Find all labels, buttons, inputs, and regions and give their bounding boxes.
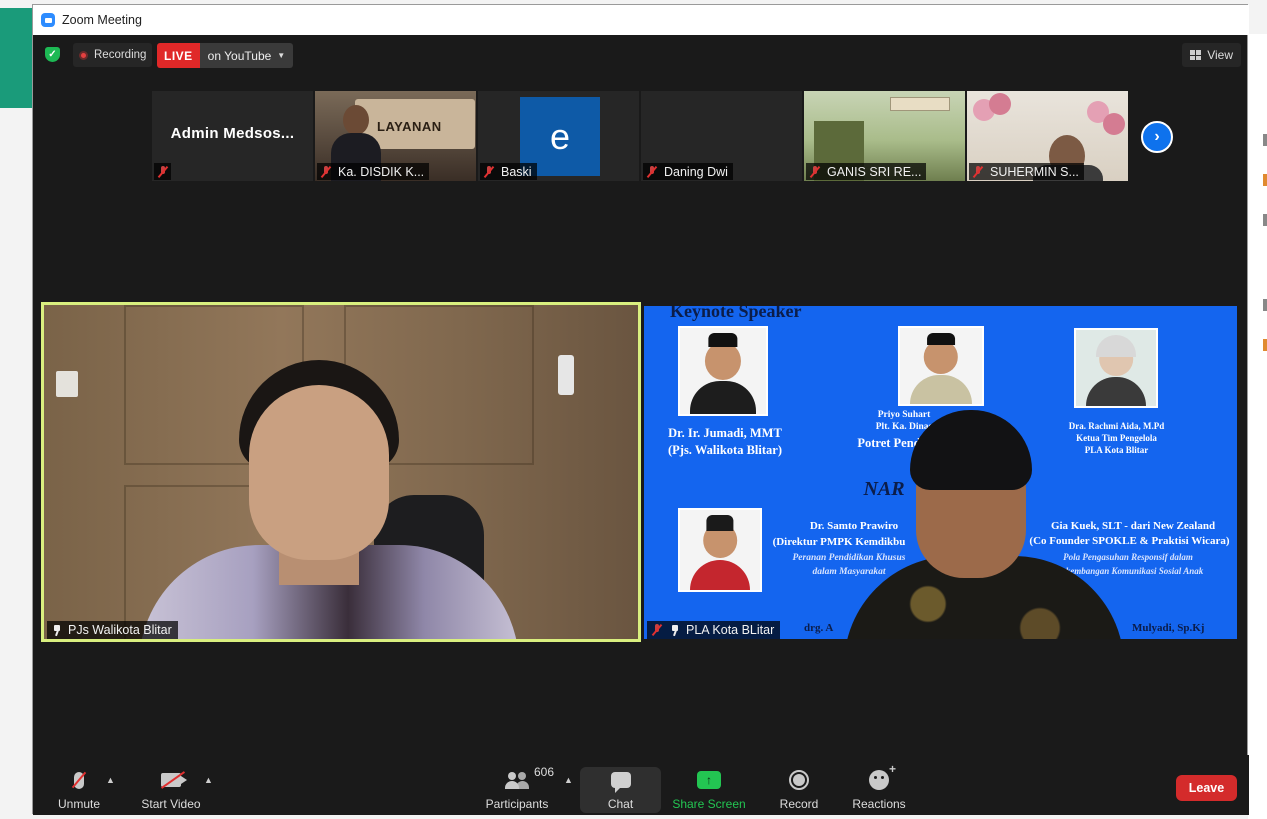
chat-label: Chat [607, 797, 634, 811]
mic-muted-icon [646, 165, 658, 178]
participant-name-label: Ka. DISDIK K... [317, 163, 430, 180]
participant-name: PJs Walikota Blitar [68, 623, 172, 637]
participants-count: 606 [534, 765, 555, 779]
recording-indicator[interactable]: Recording [73, 43, 153, 67]
participants-options-caret-icon[interactable]: ▲ [564, 775, 573, 785]
participant-name: Daning Dwi [664, 164, 728, 179]
speaker-portrait [898, 326, 984, 406]
gallery-view-icon [1190, 50, 1202, 60]
participant-name-label: GANIS SRI RE... [806, 163, 927, 180]
speaker-name: Dr. Ir. Jumadi, MMT [668, 426, 782, 440]
chat-icon [610, 772, 631, 793]
record-dot-icon [79, 50, 88, 60]
participant-name: Ka. DISDIK K... [338, 164, 425, 179]
background-window-edge [0, 8, 32, 108]
view-button[interactable]: View [1182, 43, 1241, 67]
speaker-portrait [678, 508, 762, 592]
video-banner-text: LAYANAN [377, 119, 442, 134]
share-screen-button[interactable]: ↑ Share Screen [672, 767, 746, 815]
pin-icon [51, 624, 62, 636]
participant-name: PLA Kota BLitar [686, 623, 775, 637]
participant-name: SUHERMIN S... [990, 164, 1079, 179]
zoom-meeting-window: Zoom Meeting ✓ Recording LIVE on YouTube… [32, 4, 1249, 815]
record-button[interactable]: Record [777, 767, 821, 815]
live-stream-indicator[interactable]: LIVE on YouTube ▼ [157, 43, 294, 68]
meeting-top-bar: ✓ Recording LIVE on YouTube ▼ View [33, 35, 1249, 75]
video-off-icon [161, 773, 187, 787]
mic-muted-icon [651, 624, 663, 636]
mic-muted-icon [809, 165, 821, 178]
start-video-label: Start Video [141, 797, 201, 811]
recording-label: Recording [94, 49, 147, 61]
participant-face [249, 385, 389, 560]
unmute-label: Unmute [57, 797, 101, 811]
participant-name-label: Baski [480, 163, 537, 180]
participants-icon [505, 771, 529, 789]
share-screen-label: Share Screen [672, 797, 746, 811]
title-bar: Zoom Meeting [33, 5, 1249, 35]
participant-name-label: SUHERMIN S... [969, 163, 1084, 180]
participant-hair [910, 410, 1032, 490]
participant-thumbnail[interactable]: GANIS SRI RE... [804, 91, 965, 181]
mic-muted-icon [320, 165, 332, 178]
participants-label: Participants [485, 797, 549, 811]
unmute-button[interactable]: Unmute [55, 767, 103, 815]
participant-video-overlay [844, 406, 1130, 639]
live-destination-label: on YouTube [207, 48, 272, 63]
participant-name-label: PJs Walikota Blitar [47, 621, 178, 639]
participant-name-label: PLA Kota BLitar [647, 621, 781, 639]
wall-switch [56, 371, 78, 397]
window-title: Zoom Meeting [62, 13, 142, 27]
audio-options-caret-icon[interactable]: ▲ [106, 775, 115, 785]
participant-thumbnail[interactable]: LAYANAN Ka. DISDIK K... [315, 91, 476, 181]
record-label: Record [779, 797, 819, 811]
participant-name: GANIS SRI RE... [827, 164, 922, 179]
participant-thumbnail[interactable]: Daning Dwi [641, 91, 802, 181]
next-page-button[interactable]: › [1141, 121, 1173, 153]
view-label: View [1207, 48, 1233, 62]
pin-icon [669, 624, 680, 636]
wall-frame [890, 97, 950, 111]
participant-name-label: Daning Dwi [643, 163, 733, 180]
participant-thumbnail[interactable]: Admin Medsos... [152, 91, 313, 181]
mic-muted-icon [74, 771, 84, 789]
speaker-portrait [678, 326, 768, 416]
reactions-button[interactable]: Reactions [851, 762, 907, 815]
participant-display-name: Admin Medsos... [170, 125, 295, 142]
mic-muted-icon [972, 165, 984, 178]
live-badge: LIVE [157, 43, 200, 68]
background-window-edge-right [1248, 34, 1267, 819]
participant-thumbnail[interactable]: SUHERMIN S... [967, 91, 1128, 181]
slide-header: Keynote Speaker [670, 306, 802, 321]
live-destination-dropdown[interactable]: on YouTube ▼ [199, 43, 294, 68]
reactions-icon [869, 762, 896, 790]
ac-remote [558, 355, 574, 395]
active-speaker-tile[interactable]: PJs Walikota Blitar [41, 302, 641, 642]
muted-indicator [154, 163, 171, 180]
record-icon [789, 770, 809, 790]
pinned-video-tile[interactable]: Keynote Speaker Dr. Ir. Jumadi, MMT (Pjs… [644, 306, 1237, 639]
participant-thumbnail-strip: Admin Medsos... LAYANAN Ka. DISDIK K... … [152, 91, 1128, 181]
speaker-portrait [1074, 328, 1158, 408]
security-shield-icon[interactable]: ✓ [45, 47, 60, 62]
share-screen-icon: ↑ [697, 771, 721, 789]
speaker-role: (Pjs. Walikota Blitar) [667, 443, 782, 457]
mic-muted-icon [483, 165, 495, 178]
chevron-right-icon: › [1154, 128, 1160, 145]
participant-thumbnail[interactable]: e Baski [478, 91, 639, 181]
video-options-caret-icon[interactable]: ▲ [204, 775, 213, 785]
start-video-button[interactable]: Start Video [139, 767, 203, 815]
participants-button[interactable]: 606 Participants [484, 765, 554, 815]
slide-bottom-text: Mulyadi, Sp.Kj [1132, 622, 1205, 634]
chat-button[interactable]: Chat [600, 767, 641, 815]
participant-video [44, 305, 638, 639]
leave-button[interactable]: Leave [1176, 775, 1237, 801]
zoom-logo-icon [41, 13, 55, 27]
participant-name: Baski [501, 164, 532, 179]
reactions-label: Reactions [852, 797, 906, 811]
caret-down-icon: ▼ [277, 51, 286, 60]
mic-muted-icon [157, 165, 169, 178]
